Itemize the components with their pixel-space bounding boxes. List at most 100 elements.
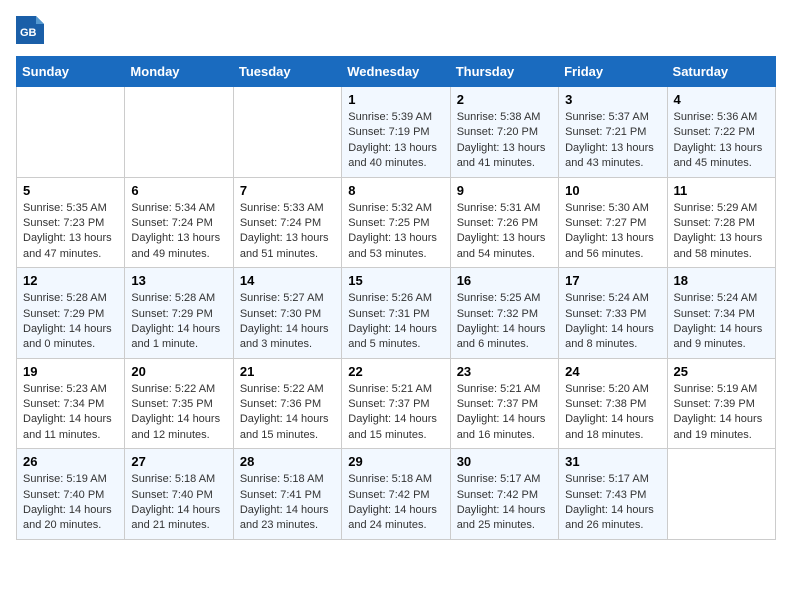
calendar-cell: 29 Sunrise: 5:18 AM Sunset: 7:42 PM Dayli…: [342, 449, 450, 540]
day-number: 13: [131, 273, 226, 288]
day-info: Sunrise: 5:29 AM Sunset: 7:28 PM Dayligh…: [674, 201, 769, 263]
day-number: 7: [240, 183, 335, 198]
day-number: 18: [674, 273, 769, 288]
day-number: 10: [565, 183, 660, 198]
day-info: Sunrise: 5:28 AM Sunset: 7:29 PM Dayligh…: [131, 291, 226, 353]
day-number: 25: [674, 364, 769, 379]
day-info: Sunrise: 5:22 AM Sunset: 7:36 PM Dayligh…: [240, 382, 335, 444]
calendar-cell: 1 Sunrise: 5:39 AM Sunset: 7:19 PM Daylig…: [342, 87, 450, 178]
calendar-cell: 30 Sunrise: 5:17 AM Sunset: 7:42 PM Dayli…: [450, 449, 558, 540]
day-info: Sunrise: 5:23 AM Sunset: 7:34 PM Dayligh…: [23, 382, 118, 444]
logo-icon: GB: [16, 16, 44, 44]
svg-text:GB: GB: [20, 27, 37, 39]
calendar-cell: 22 Sunrise: 5:21 AM Sunset: 7:37 PM Dayli…: [342, 358, 450, 449]
day-number: 27: [131, 454, 226, 469]
day-info: Sunrise: 5:31 AM Sunset: 7:26 PM Dayligh…: [457, 201, 552, 263]
day-info: Sunrise: 5:37 AM Sunset: 7:21 PM Dayligh…: [565, 110, 660, 172]
day-number: 16: [457, 273, 552, 288]
day-number: 31: [565, 454, 660, 469]
day-info: Sunrise: 5:21 AM Sunset: 7:37 PM Dayligh…: [348, 382, 443, 444]
calendar-cell: 25 Sunrise: 5:19 AM Sunset: 7:39 PM Dayli…: [667, 358, 775, 449]
calendar-cell: 2 Sunrise: 5:38 AM Sunset: 7:20 PM Daylig…: [450, 87, 558, 178]
day-number: 20: [131, 364, 226, 379]
day-number: 17: [565, 273, 660, 288]
day-number: 11: [674, 183, 769, 198]
calendar-cell: [125, 87, 233, 178]
weekday-header-tuesday: Tuesday: [233, 57, 341, 87]
day-number: 5: [23, 183, 118, 198]
calendar-cell: 7 Sunrise: 5:33 AM Sunset: 7:24 PM Daylig…: [233, 177, 341, 268]
day-info: Sunrise: 5:18 AM Sunset: 7:40 PM Dayligh…: [131, 472, 226, 534]
calendar-cell: 14 Sunrise: 5:27 AM Sunset: 7:30 PM Dayli…: [233, 268, 341, 359]
day-info: Sunrise: 5:24 AM Sunset: 7:34 PM Dayligh…: [674, 291, 769, 353]
day-number: 28: [240, 454, 335, 469]
day-number: 4: [674, 92, 769, 107]
day-number: 29: [348, 454, 443, 469]
day-info: Sunrise: 5:25 AM Sunset: 7:32 PM Dayligh…: [457, 291, 552, 353]
day-info: Sunrise: 5:19 AM Sunset: 7:40 PM Dayligh…: [23, 472, 118, 534]
calendar-cell: 17 Sunrise: 5:24 AM Sunset: 7:33 PM Dayli…: [559, 268, 667, 359]
day-info: Sunrise: 5:21 AM Sunset: 7:37 PM Dayligh…: [457, 382, 552, 444]
weekday-header-monday: Monday: [125, 57, 233, 87]
day-number: 14: [240, 273, 335, 288]
calendar-cell: 21 Sunrise: 5:22 AM Sunset: 7:36 PM Dayli…: [233, 358, 341, 449]
weekday-header-saturday: Saturday: [667, 57, 775, 87]
day-info: Sunrise: 5:24 AM Sunset: 7:33 PM Dayligh…: [565, 291, 660, 353]
weekday-header-row: SundayMondayTuesdayWednesdayThursdayFrid…: [17, 57, 776, 87]
calendar-cell: 9 Sunrise: 5:31 AM Sunset: 7:26 PM Daylig…: [450, 177, 558, 268]
calendar-cell: 13 Sunrise: 5:28 AM Sunset: 7:29 PM Dayli…: [125, 268, 233, 359]
calendar-cell: [233, 87, 341, 178]
day-info: Sunrise: 5:38 AM Sunset: 7:20 PM Dayligh…: [457, 110, 552, 172]
calendar-week-1: 1 Sunrise: 5:39 AM Sunset: 7:19 PM Daylig…: [17, 87, 776, 178]
calendar-cell: 6 Sunrise: 5:34 AM Sunset: 7:24 PM Daylig…: [125, 177, 233, 268]
day-number: 2: [457, 92, 552, 107]
day-number: 24: [565, 364, 660, 379]
day-info: Sunrise: 5:20 AM Sunset: 7:38 PM Dayligh…: [565, 382, 660, 444]
logo: GB: [16, 16, 46, 44]
calendar-cell: 15 Sunrise: 5:26 AM Sunset: 7:31 PM Dayli…: [342, 268, 450, 359]
day-info: Sunrise: 5:26 AM Sunset: 7:31 PM Dayligh…: [348, 291, 443, 353]
day-info: Sunrise: 5:17 AM Sunset: 7:42 PM Dayligh…: [457, 472, 552, 534]
calendar-cell: 3 Sunrise: 5:37 AM Sunset: 7:21 PM Daylig…: [559, 87, 667, 178]
day-number: 22: [348, 364, 443, 379]
page-header: GB: [16, 16, 776, 44]
calendar-cell: 23 Sunrise: 5:21 AM Sunset: 7:37 PM Dayli…: [450, 358, 558, 449]
day-info: Sunrise: 5:18 AM Sunset: 7:41 PM Dayligh…: [240, 472, 335, 534]
day-number: 3: [565, 92, 660, 107]
calendar-cell: 16 Sunrise: 5:25 AM Sunset: 7:32 PM Dayli…: [450, 268, 558, 359]
calendar-cell: 24 Sunrise: 5:20 AM Sunset: 7:38 PM Dayli…: [559, 358, 667, 449]
day-number: 21: [240, 364, 335, 379]
day-info: Sunrise: 5:36 AM Sunset: 7:22 PM Dayligh…: [674, 110, 769, 172]
calendar-week-3: 12 Sunrise: 5:28 AM Sunset: 7:29 PM Dayli…: [17, 268, 776, 359]
day-number: 15: [348, 273, 443, 288]
calendar-cell: 19Sunrise: 5:23 AM Sunset: 7:34 PM Dayli…: [17, 358, 125, 449]
day-number: 8: [348, 183, 443, 198]
day-number: 9: [457, 183, 552, 198]
calendar-cell: 31 Sunrise: 5:17 AM Sunset: 7:43 PM Dayli…: [559, 449, 667, 540]
day-info: Sunrise: 5:18 AM Sunset: 7:42 PM Dayligh…: [348, 472, 443, 534]
day-number: 12: [23, 273, 118, 288]
day-info: Sunrise: 5:33 AM Sunset: 7:24 PM Dayligh…: [240, 201, 335, 263]
calendar-week-4: 19Sunrise: 5:23 AM Sunset: 7:34 PM Dayli…: [17, 358, 776, 449]
day-info: Sunrise: 5:19 AM Sunset: 7:39 PM Dayligh…: [674, 382, 769, 444]
calendar-table: SundayMondayTuesdayWednesdayThursdayFrid…: [16, 56, 776, 540]
day-info: Sunrise: 5:34 AM Sunset: 7:24 PM Dayligh…: [131, 201, 226, 263]
day-info: Sunrise: 5:22 AM Sunset: 7:35 PM Dayligh…: [131, 382, 226, 444]
day-info: Sunrise: 5:32 AM Sunset: 7:25 PM Dayligh…: [348, 201, 443, 263]
calendar-cell: 11 Sunrise: 5:29 AM Sunset: 7:28 PM Dayli…: [667, 177, 775, 268]
calendar-week-2: 5 Sunrise: 5:35 AM Sunset: 7:23 PM Daylig…: [17, 177, 776, 268]
calendar-cell: 5 Sunrise: 5:35 AM Sunset: 7:23 PM Daylig…: [17, 177, 125, 268]
day-number: 30: [457, 454, 552, 469]
calendar-cell: [17, 87, 125, 178]
day-info: Sunrise: 5:39 AM Sunset: 7:19 PM Dayligh…: [348, 110, 443, 172]
calendar-cell: 20 Sunrise: 5:22 AM Sunset: 7:35 PM Dayli…: [125, 358, 233, 449]
calendar-week-5: 26Sunrise: 5:19 AM Sunset: 7:40 PM Dayli…: [17, 449, 776, 540]
day-info: Sunrise: 5:17 AM Sunset: 7:43 PM Dayligh…: [565, 472, 660, 534]
day-info: Sunrise: 5:35 AM Sunset: 7:23 PM Dayligh…: [23, 201, 118, 263]
day-number: 6: [131, 183, 226, 198]
day-info: Sunrise: 5:27 AM Sunset: 7:30 PM Dayligh…: [240, 291, 335, 353]
calendar-cell: [667, 449, 775, 540]
day-number: 1: [348, 92, 443, 107]
weekday-header-sunday: Sunday: [17, 57, 125, 87]
day-number: 23: [457, 364, 552, 379]
